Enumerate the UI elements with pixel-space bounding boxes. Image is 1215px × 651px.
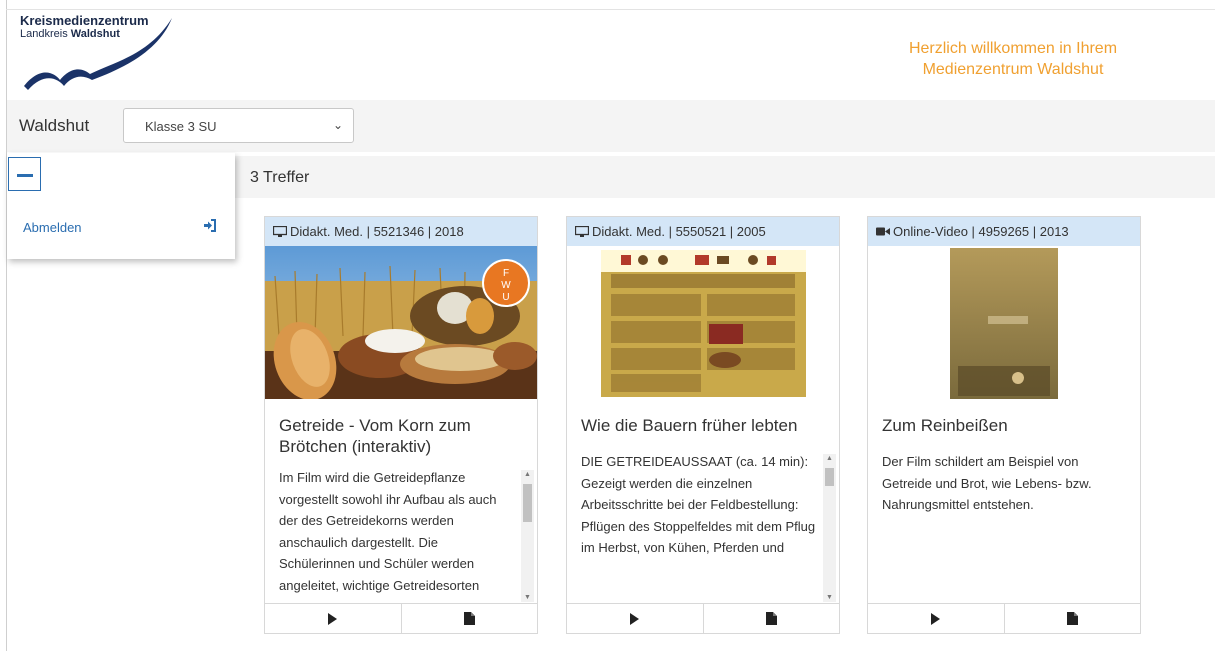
document-icon <box>765 612 777 625</box>
card-title[interactable]: Getreide - Vom Korn zum Brötchen (intera… <box>279 415 529 457</box>
description-scrollbar[interactable]: ▲ ▼ <box>823 454 836 602</box>
document-icon <box>463 612 475 625</box>
play-button[interactable] <box>567 604 703 633</box>
logo-title: Kreismedienzentrum <box>20 13 149 28</box>
card-description: Im Film wird die Getreidepflanze vorgest… <box>279 470 497 593</box>
fwu-badge-w: W <box>501 280 511 291</box>
user-menu-panel: Abmelden <box>7 153 235 259</box>
welcome-message: Herzlich willkommen in Ihrem Medienzentr… <box>908 40 1118 78</box>
card-actions <box>265 603 537 633</box>
document-button[interactable] <box>702 604 840 633</box>
play-button[interactable] <box>868 604 1004 633</box>
logout-link[interactable]: Abmelden <box>23 220 82 235</box>
results-bar: 3 Treffer <box>235 156 1215 198</box>
media-card[interactable]: Didakt. Med. | 5550521 | 2005 Wie die Ba… <box>566 216 840 634</box>
card-thumbnail[interactable]: F W U <box>265 246 537 399</box>
class-select-value: Klasse 3 SU <box>145 119 217 134</box>
bread-image: F W U <box>265 246 537 399</box>
document-button[interactable] <box>1003 604 1141 633</box>
play-icon <box>931 612 941 625</box>
card-header: Didakt. Med. | 5550521 | 2005 <box>567 217 839 246</box>
play-button[interactable] <box>265 604 401 633</box>
fwu-badge-f: F <box>503 268 509 279</box>
card-thumbnail[interactable] <box>868 246 1140 399</box>
page-frame-left <box>6 0 7 651</box>
location-label: Waldshut <box>19 116 90 135</box>
chevron-down-icon: ⌄ <box>332 118 343 132</box>
description-scrollbar[interactable]: ▲ ▼ <box>521 470 534 602</box>
card-description: DIE GETREIDEAUSSAAT (ca. 14 min): Gezeig… <box>581 454 816 555</box>
media-card[interactable]: Online-Video | 4959265 | 2013 Zum Reinbe… <box>867 216 1141 634</box>
card-description: Der Film schildert am Beispiel von Getre… <box>882 454 1092 512</box>
card-title[interactable]: Zum Reinbeißen <box>882 415 1132 436</box>
card-header: Online-Video | 4959265 | 2013 <box>868 217 1140 246</box>
sign-in-icon[interactable] <box>203 219 217 232</box>
logo[interactable]: Kreismedienzentrum Landkreis Waldshut <box>20 14 200 98</box>
farm-menu-image <box>567 246 839 399</box>
monitor-icon <box>575 226 589 237</box>
card-title[interactable]: Wie die Bauern früher lebten <box>581 415 831 436</box>
monitor-icon <box>273 226 287 237</box>
collapse-button[interactable] <box>8 157 41 191</box>
media-card[interactable]: Didakt. Med. | 5521346 | 2018 F W U Getr… <box>264 216 538 634</box>
logo-subtitle: Landkreis Waldshut <box>20 28 120 40</box>
play-icon <box>630 612 640 625</box>
page-frame-top <box>6 9 1215 10</box>
video-cover-image <box>868 246 1140 399</box>
card-thumbnail[interactable] <box>567 246 839 399</box>
location-bar: Waldshut Klasse 3 SU ⌄ <box>7 100 1215 152</box>
card-header: Didakt. Med. | 5521346 | 2018 <box>265 217 537 246</box>
results-count: 3 Treffer <box>250 169 310 186</box>
video-camera-icon <box>876 227 890 236</box>
minus-icon <box>17 174 33 177</box>
document-icon <box>1066 612 1078 625</box>
play-icon <box>328 612 338 625</box>
card-actions <box>567 603 839 633</box>
document-button[interactable] <box>400 604 538 633</box>
class-select[interactable]: Klasse 3 SU ⌄ <box>123 108 354 143</box>
card-actions <box>868 603 1140 633</box>
fwu-badge-u: U <box>502 292 509 303</box>
